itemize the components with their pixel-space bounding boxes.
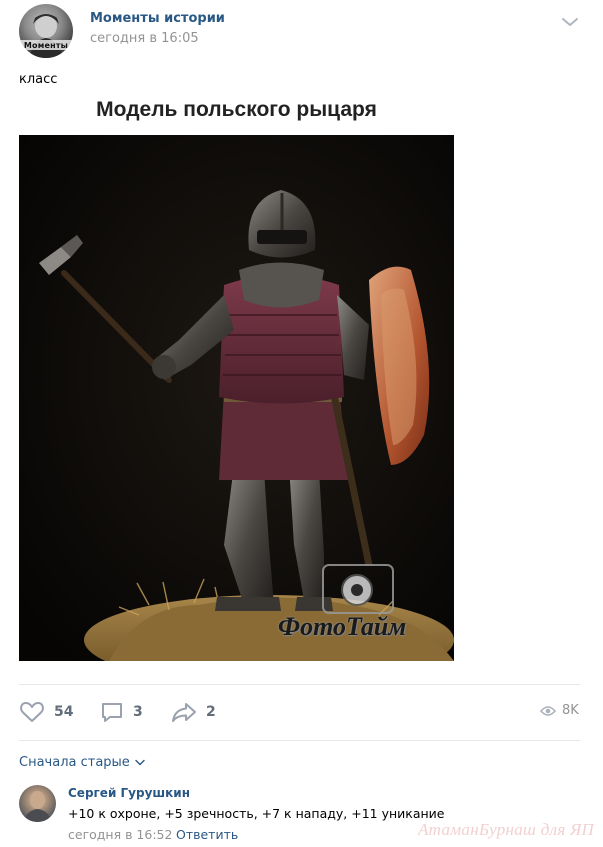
image-title: Модель польского рыцаря (96, 98, 377, 121)
divider (19, 740, 580, 741)
post-author[interactable]: Моменты истории (90, 11, 225, 26)
share-icon (172, 703, 196, 722)
site-watermark: АтаманБурнаш для ЯП (418, 820, 595, 839)
commenter-avatar[interactable] (19, 785, 56, 822)
like-count: 54 (54, 704, 74, 720)
comment-icon (102, 703, 122, 722)
sort-label: Сначала старые (19, 755, 130, 770)
chevron-down-icon (135, 759, 145, 766)
chevron-down-icon[interactable] (561, 14, 579, 28)
views-counter: 8K (540, 703, 579, 718)
comment-button[interactable]: 3 (100, 699, 143, 725)
like-button[interactable]: 54 (19, 699, 73, 725)
community-avatar[interactable]: Моменты (19, 4, 73, 58)
share-count: 2 (206, 704, 216, 720)
post: Моменты Моменты истории сегодня в 16:05 … (0, 0, 603, 847)
comment-time[interactable]: сегодня в 16:52 (68, 827, 172, 842)
share-button[interactable]: 2 (171, 699, 216, 725)
comment-author[interactable]: Сергей Гурушкин (68, 786, 190, 800)
views-count: 8K (562, 703, 579, 718)
commenter-portrait (23, 791, 52, 822)
heart-icon (20, 702, 44, 722)
comments-sort-toggle[interactable]: Сначала старые (19, 755, 145, 770)
post-photo[interactable] (19, 135, 454, 661)
post-time[interactable]: сегодня в 16:05 (90, 31, 199, 46)
image-watermark: ФотоТайм (278, 612, 407, 641)
eye-icon (540, 705, 556, 716)
knight-figure-illustration (19, 135, 454, 661)
reply-button[interactable]: Ответить (176, 827, 238, 842)
comment-count: 3 (133, 704, 143, 720)
comment-text: +10 к охроне, +5 зречность, +7 к нападу,… (68, 806, 445, 821)
avatar-label: Моменты (23, 41, 69, 50)
post-text: класс (19, 72, 58, 87)
divider (19, 684, 580, 685)
